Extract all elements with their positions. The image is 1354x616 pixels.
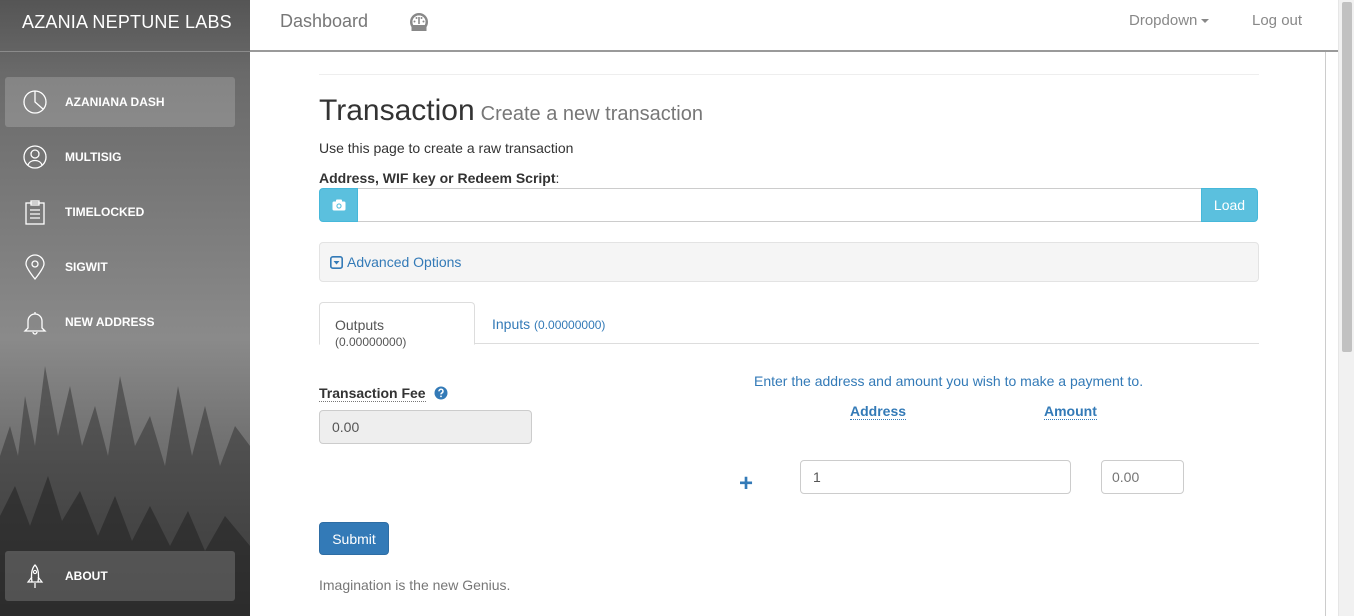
- sidebar-item-multisig[interactable]: MULTISIG: [5, 132, 235, 182]
- tab-amount: (0.00000000): [534, 318, 606, 332]
- scrollbar-thumb[interactable]: [1342, 2, 1352, 352]
- footer-tagline: Imagination is the new Genius.: [319, 577, 511, 593]
- caret-down-icon: [1201, 19, 1210, 24]
- content-border: [1325, 52, 1326, 616]
- brand-title[interactable]: AZANIA NEPTUNE LABS: [0, 0, 250, 52]
- submit-button[interactable]: Submit: [319, 522, 389, 555]
- tab-amount: (0.00000000): [335, 335, 407, 349]
- sidebar-item-label: NEW ADDRESS: [65, 315, 155, 329]
- pie-chart-icon: [5, 89, 65, 115]
- top-navbar: Dashboard Dropdown Log out: [250, 0, 1338, 52]
- sidebar-item-sigwit[interactable]: SIGWIT: [5, 242, 235, 292]
- rocket-icon: [5, 563, 65, 589]
- output-address-input[interactable]: [800, 460, 1071, 494]
- advanced-options-link[interactable]: Advanced Options: [347, 254, 461, 270]
- address-label-text: Address, WIF key or Redeem Script: [319, 170, 556, 186]
- sidebar-item-label: SIGWIT: [65, 260, 108, 274]
- tab-label: Inputs: [492, 316, 531, 332]
- tab-inputs[interactable]: Inputs (0.00000000): [477, 302, 620, 344]
- clipboard-icon: [5, 199, 65, 225]
- scan-qr-button[interactable]: [319, 188, 358, 222]
- payment-hint: Enter the address and amount you wish to…: [754, 373, 1144, 389]
- dropdown-label: Dropdown: [1129, 12, 1198, 29]
- divider: [319, 74, 1259, 75]
- sidebar-item-new-address[interactable]: NEW ADDRESS: [5, 297, 235, 347]
- scrollbar[interactable]: [1338, 0, 1354, 616]
- output-amount-input[interactable]: [1101, 460, 1184, 494]
- bell-icon: [5, 309, 65, 335]
- question-circle-icon[interactable]: [434, 386, 448, 400]
- sidebar: AZANIA NEPTUNE LABS AZANIANA DASH MULTIS…: [0, 0, 250, 616]
- sidebar-item-azaniana-dash[interactable]: AZANIANA DASH: [5, 77, 235, 127]
- advanced-options-panel: Advanced Options: [319, 242, 1259, 282]
- sidebar-item-label: MULTISIG: [65, 150, 122, 164]
- dashboard-icon: [410, 13, 428, 31]
- address-input[interactable]: [358, 188, 1201, 222]
- tab-label: Outputs: [335, 317, 385, 333]
- sidebar-item-label: AZANIANA DASH: [65, 95, 165, 109]
- dropdown-menu[interactable]: Dropdown: [1129, 12, 1210, 29]
- transaction-tabs: Outputs (0.00000000) Inputs (0.00000000): [319, 302, 1259, 349]
- address-label: Address, WIF key or Redeem Script:: [319, 170, 559, 186]
- transaction-fee-label: Transaction Fee: [319, 385, 426, 402]
- collapse-toggle-icon[interactable]: [330, 255, 343, 269]
- sidebar-item-label: ABOUT: [65, 569, 108, 583]
- user-icon: [5, 144, 65, 170]
- page-header: Transaction Create a new transaction: [319, 94, 703, 128]
- load-button[interactable]: Load: [1201, 188, 1258, 222]
- address-label-colon: :: [555, 170, 560, 186]
- sidebar-item-label: TIMELOCKED: [65, 205, 145, 219]
- map-pin-icon: [5, 254, 65, 280]
- intro-text: Use this page to create a raw transactio…: [319, 140, 574, 156]
- tab-outputs[interactable]: Outputs (0.00000000): [319, 302, 475, 349]
- address-column-header: Address: [850, 403, 907, 420]
- amount-column-header: Amount: [1044, 403, 1097, 420]
- page-title[interactable]: Dashboard: [280, 11, 368, 32]
- sidebar-item-timelocked[interactable]: TIMELOCKED: [5, 187, 235, 237]
- sidebar-item-about[interactable]: ABOUT: [5, 551, 235, 601]
- camera-icon: [332, 199, 345, 211]
- transaction-subheading: Create a new transaction: [480, 103, 703, 125]
- transaction-heading: Transaction: [319, 94, 475, 127]
- address-input-group: Load: [319, 188, 1258, 222]
- transaction-fee-input[interactable]: [319, 410, 532, 444]
- logout-link[interactable]: Log out: [1252, 12, 1302, 29]
- add-output-button[interactable]: +: [739, 472, 753, 496]
